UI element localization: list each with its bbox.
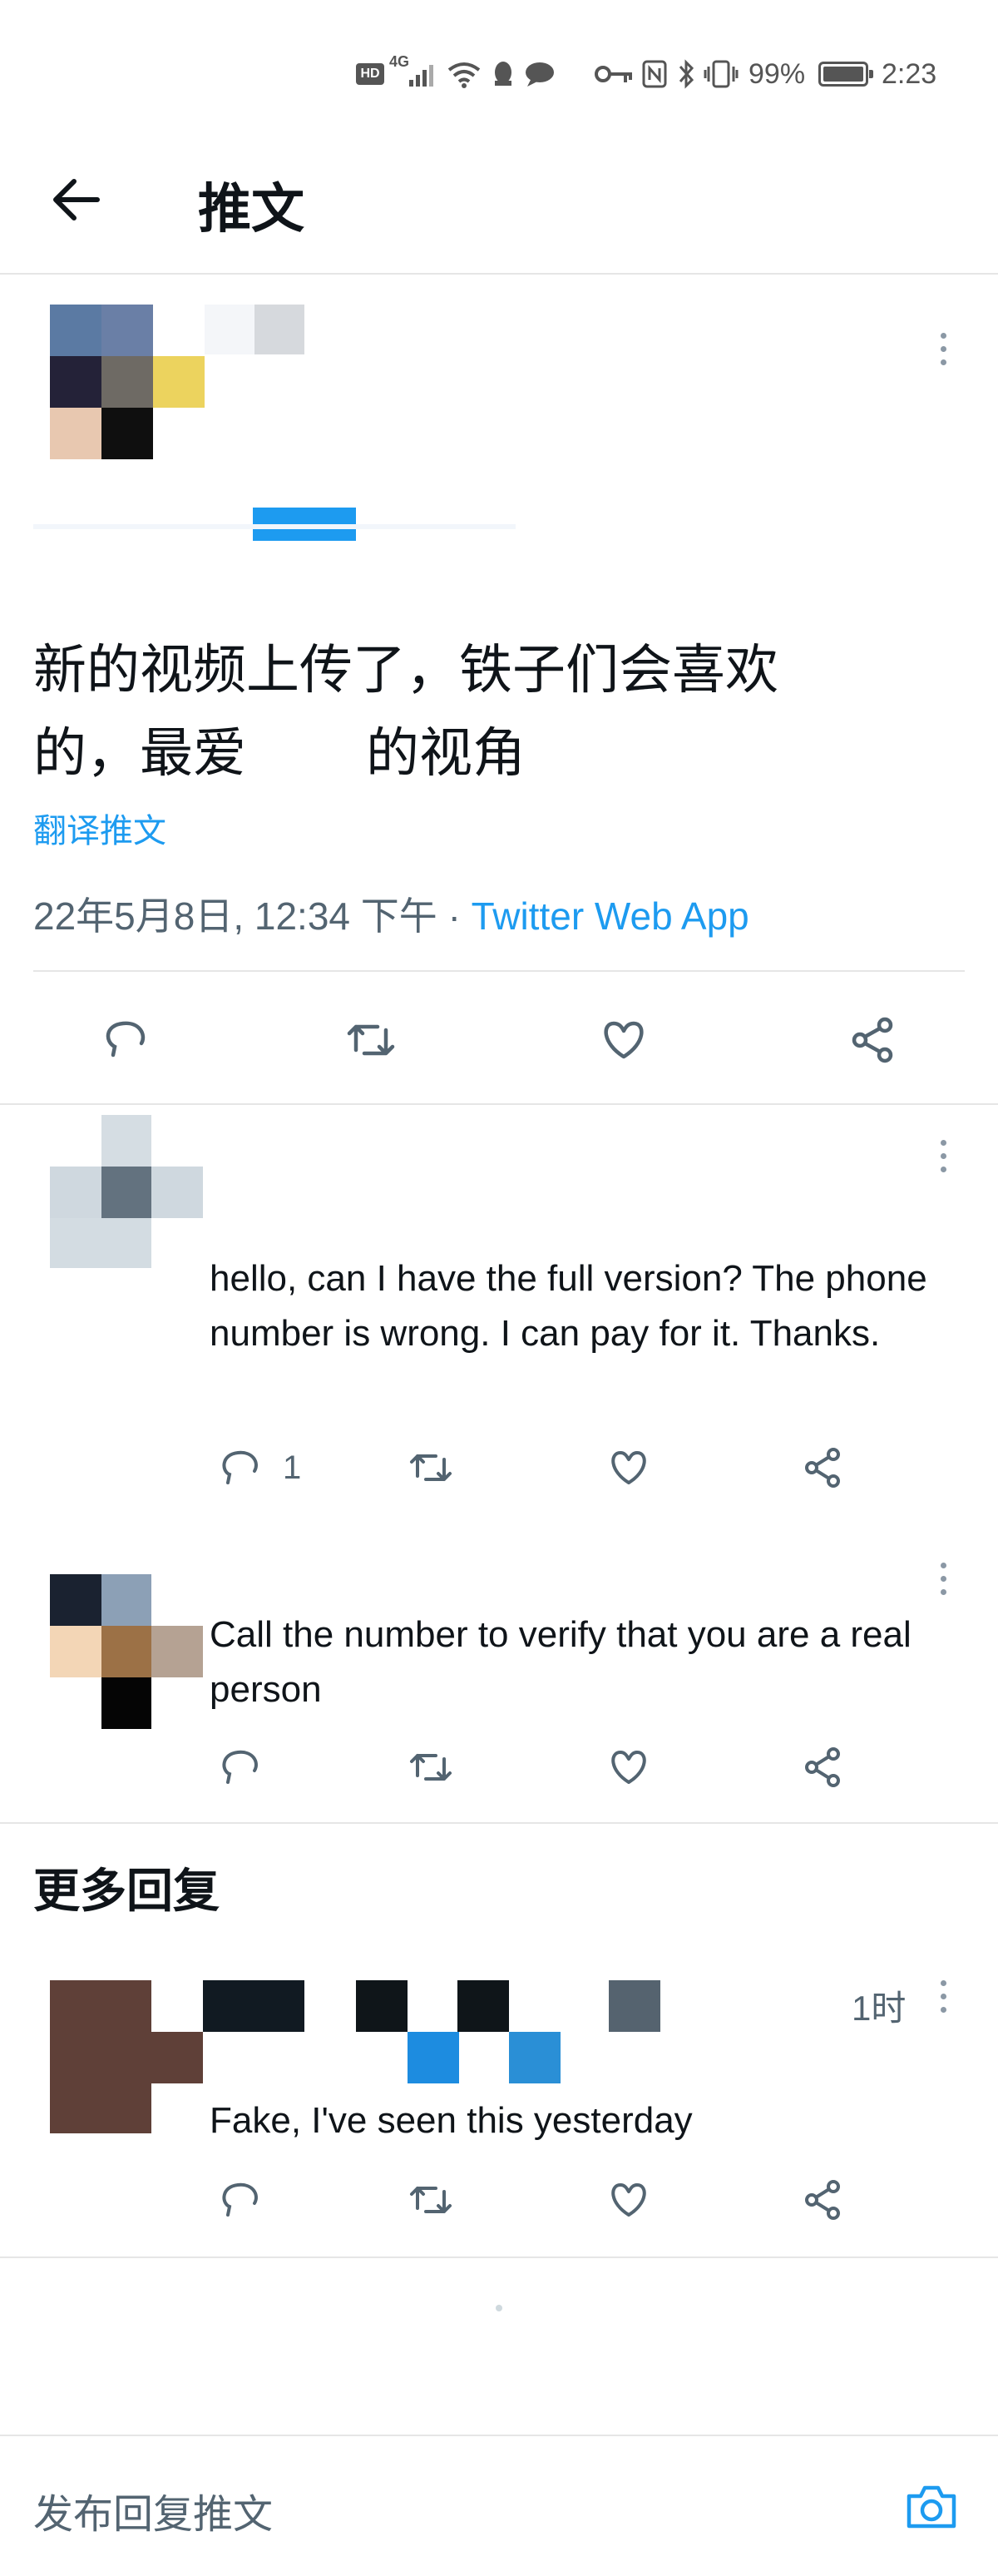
- divider: [0, 2256, 998, 2258]
- reply-icon: [106, 1021, 146, 1058]
- reply-count: 1: [283, 1449, 302, 1486]
- vibrate-icon: [704, 60, 739, 88]
- status-bar: HD 4G 99% 2:23: [0, 0, 998, 125]
- reply-reply-button[interactable]: [216, 1744, 263, 1795]
- retweet-icon: [410, 1754, 452, 1781]
- clock: 2:23: [882, 58, 937, 90]
- retweet-icon: [410, 1454, 452, 1481]
- like-icon: [604, 1021, 644, 1059]
- more-icon: [935, 1563, 951, 1595]
- reply-share-button[interactable]: [800, 2177, 847, 2227]
- share-icon: [805, 2180, 840, 2220]
- key-icon: [595, 66, 632, 82]
- divider: [0, 1103, 998, 1105]
- more-icon: [935, 1980, 951, 2013]
- main-tweet-more-button[interactable]: [935, 333, 951, 373]
- nfc-icon: [642, 60, 667, 88]
- reply-retweet-button[interactable]: [408, 1444, 454, 1495]
- hd-icon: HD: [356, 63, 384, 85]
- main-share-button[interactable]: [847, 1013, 900, 1071]
- main-reply-button[interactable]: [98, 1013, 151, 1071]
- author-avatar[interactable]: [50, 305, 205, 459]
- reply-like-button[interactable]: [605, 1444, 652, 1495]
- reply-text: Call the number to verify that you are a…: [210, 1614, 912, 1710]
- reply-input[interactable]: 发布回复推文: [33, 2481, 273, 2539]
- more-icon: [935, 333, 951, 365]
- top-bar: 推文: [0, 125, 998, 275]
- retweet-icon: [347, 1024, 395, 1056]
- reply-avatar[interactable]: [50, 1115, 203, 1268]
- reply-like-button[interactable]: [605, 1744, 652, 1795]
- divider: [0, 1822, 998, 1824]
- share-icon: [852, 1017, 893, 1063]
- back-button[interactable]: [46, 166, 112, 233]
- reply-icon: [222, 2182, 258, 2217]
- reply-share-button[interactable]: [800, 1744, 847, 1795]
- author-handle[interactable]: [33, 508, 516, 546]
- share-icon: [805, 1448, 840, 1488]
- reply-avatar[interactable]: [50, 1980, 203, 2133]
- reply-retweet-button[interactable]: [408, 1744, 454, 1795]
- tweet-meta: 22年5月8日, 12:34 下午 · Twitter Web App: [33, 886, 749, 941]
- like-icon: [611, 1451, 646, 1484]
- battery-icon: [818, 62, 873, 87]
- reply-author-name[interactable]: [203, 1980, 818, 2083]
- main-tweet-line2: 的，最爱 的视角: [33, 723, 526, 783]
- reply-retweet-button[interactable]: [408, 2177, 454, 2227]
- reply-text: hello, can I have the full version? The …: [210, 1258, 927, 1354]
- author-name[interactable]: [205, 305, 304, 354]
- like-icon: [611, 1751, 646, 1784]
- page-title: 推文: [198, 179, 304, 239]
- loading-indicator: [496, 2305, 502, 2311]
- wifi-icon: [447, 62, 481, 88]
- divider: [33, 970, 965, 972]
- reply-composer: 发布回复推文: [0, 2435, 998, 2576]
- main-like-button[interactable]: [597, 1013, 650, 1071]
- main-tweet-line1: 新的视频上传了，铁子们会喜欢: [33, 640, 778, 700]
- reply-reply-button[interactable]: [216, 2177, 263, 2227]
- message-icon: [526, 62, 554, 87]
- reply-text: Fake, I've seen this yesterday: [210, 2100, 693, 2141]
- reply-more-button[interactable]: [935, 1980, 951, 2020]
- reply-like-button[interactable]: [605, 2177, 652, 2227]
- retweet-icon: [410, 2187, 452, 2213]
- main-tweet-text: 新的视频上传了，铁子们会喜欢 的，最爱 的视角: [33, 628, 948, 795]
- tweet-timestamp[interactable]: 22年5月8日, 12:34 下午 ·: [33, 894, 472, 938]
- reply-more-button[interactable]: [935, 1140, 951, 1180]
- camera-icon: [907, 2485, 956, 2529]
- like-icon: [611, 2183, 646, 2217]
- network-type: 4G: [389, 53, 410, 70]
- tweet-source[interactable]: Twitter Web App: [472, 894, 749, 938]
- back-arrow-icon: [53, 179, 100, 220]
- more-icon: [935, 1140, 951, 1172]
- qq-icon: [495, 62, 511, 86]
- more-replies-heading: 更多回复: [33, 1865, 220, 1917]
- reply-time: 1时: [852, 1989, 907, 2028]
- reply-icon: [222, 1750, 258, 1784]
- main-retweet-button[interactable]: [344, 1013, 398, 1071]
- reply-share-button[interactable]: [800, 1444, 847, 1495]
- reply-avatar[interactable]: [50, 1574, 203, 1729]
- share-icon: [805, 1747, 840, 1787]
- reply-more-button[interactable]: [935, 1563, 951, 1603]
- translate-tweet-link[interactable]: 翻译推文: [33, 804, 166, 852]
- camera-button[interactable]: [902, 2478, 961, 2536]
- reply-icon: [222, 1450, 258, 1484]
- bluetooth-icon: [679, 59, 694, 89]
- signal-icon: [409, 65, 433, 87]
- reply-reply-button[interactable]: [216, 1444, 263, 1495]
- battery-percent: 99%: [748, 58, 806, 90]
